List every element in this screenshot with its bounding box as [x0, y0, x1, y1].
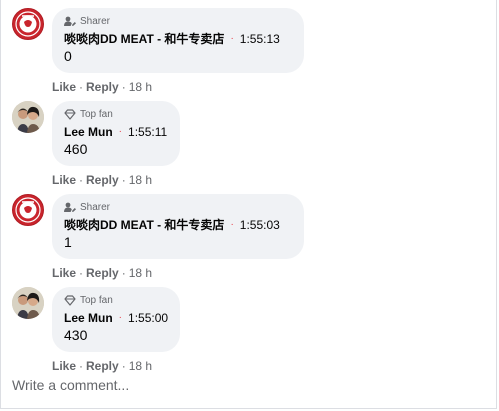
separator: · [79, 173, 84, 187]
comments-panel: Sharer 啖啖肉DD MEAT - 和牛专卖店 · 1:55:13 0 Li… [0, 0, 497, 409]
reply-button[interactable]: Reply [86, 359, 119, 373]
badge-label: Top fan [80, 109, 113, 120]
diamond-icon [64, 109, 76, 120]
comment-time: 1:55:11 [128, 125, 168, 139]
comment-age[interactable]: 18 h [129, 173, 152, 187]
comment-actions: Like · Reply · 18 h [52, 359, 180, 373]
badge-top-fan: Top fan [64, 294, 168, 307]
badge-label: Top fan [80, 295, 113, 306]
avatar[interactable] [12, 101, 44, 133]
like-button[interactable]: Like [52, 359, 76, 373]
comment-text: 460 [64, 141, 88, 157]
like-button[interactable]: Like [52, 173, 76, 187]
dd-meat-logo-icon [15, 197, 41, 223]
avatar[interactable] [12, 194, 44, 226]
badge-label: Sharer [80, 202, 111, 213]
comment-time: 1:55:13 [239, 32, 280, 46]
comment-age[interactable]: 18 h [129, 80, 152, 94]
separator: · [79, 266, 84, 280]
comment-text: 1 [64, 234, 72, 250]
person-pen-icon [64, 16, 76, 26]
comment-author[interactable]: 啖啖肉DD MEAT - 和牛专卖店 [64, 217, 224, 233]
dd-meat-logo-icon [15, 11, 41, 37]
comment-age[interactable]: 18 h [129, 359, 152, 373]
separator: · [79, 359, 84, 373]
like-button[interactable]: Like [52, 80, 76, 94]
separator: · [121, 80, 126, 94]
diamond-icon [64, 295, 76, 306]
separator-dot: · [118, 126, 123, 137]
comment-age[interactable]: 18 h [129, 266, 152, 280]
avatar[interactable] [12, 8, 44, 40]
badge-label: Sharer [80, 16, 111, 27]
comment-author[interactable]: Lee Mun [64, 124, 113, 140]
comment-item: Sharer 啖啖肉DD MEAT - 和牛专卖店 · 1:55:03 1 Li… [12, 194, 304, 280]
badge-top-fan: Top fan [64, 108, 168, 121]
couple-photo-icon [12, 101, 44, 133]
separator: · [121, 173, 126, 187]
write-comment-input[interactable]: Write a comment... [12, 377, 129, 393]
reply-button[interactable]: Reply [86, 80, 119, 94]
reply-button[interactable]: Reply [86, 266, 119, 280]
comment-author[interactable]: 啖啖肉DD MEAT - 和牛专卖店 [64, 31, 224, 47]
person-pen-icon [64, 202, 76, 212]
couple-photo-icon [12, 287, 44, 319]
comment-time: 1:55:00 [128, 311, 169, 325]
separator: · [121, 266, 126, 280]
comment-text: 0 [64, 48, 72, 64]
comment-actions: Like · Reply · 18 h [52, 173, 180, 187]
badge-sharer: Sharer [64, 15, 292, 28]
avatar[interactable] [12, 287, 44, 319]
separator: · [121, 359, 126, 373]
comment-bubble: Sharer 啖啖肉DD MEAT - 和牛专卖店 · 1:55:03 1 [52, 194, 304, 259]
separator-dot: · [230, 33, 234, 44]
badge-sharer: Sharer [64, 201, 292, 214]
reply-button[interactable]: Reply [86, 173, 119, 187]
comment-bubble: Sharer 啖啖肉DD MEAT - 和牛专卖店 · 1:55:13 0 [52, 8, 304, 73]
separator-dot: · [230, 219, 234, 230]
separator-dot: · [118, 312, 123, 323]
comment-item: Sharer 啖啖肉DD MEAT - 和牛专卖店 · 1:55:13 0 Li… [12, 8, 304, 94]
comment-actions: Like · Reply · 18 h [52, 266, 304, 280]
comment-bubble: Top fan Lee Mun · 1:55:11 460 [52, 101, 180, 166]
comment-text: 430 [64, 327, 88, 343]
comment-item: Top fan Lee Mun · 1:55:00 430 Like · Reply… [12, 287, 180, 373]
comment-author[interactable]: Lee Mun [64, 310, 113, 326]
separator: · [79, 80, 84, 94]
comment-time: 1:55:03 [239, 218, 280, 232]
comment-item: Top fan Lee Mun · 1:55:11 460 Like · Reply… [12, 101, 180, 187]
comment-bubble: Top fan Lee Mun · 1:55:00 430 [52, 287, 180, 352]
comment-actions: Like · Reply · 18 h [52, 80, 304, 94]
like-button[interactable]: Like [52, 266, 76, 280]
